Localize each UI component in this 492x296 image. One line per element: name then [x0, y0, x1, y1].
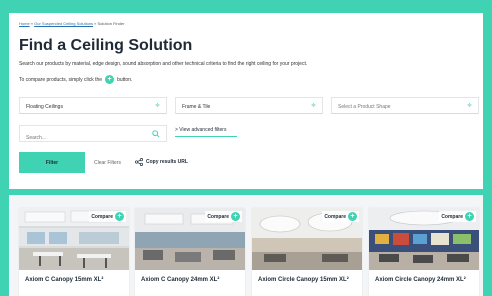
plus-icon: +	[465, 212, 474, 221]
product-name[interactable]: Axiom Circle Canopy 24mm XL²	[375, 277, 473, 284]
category-select-value: Floating Ceilings	[26, 104, 63, 110]
edge-select-value: Frame & Tile	[182, 104, 211, 110]
compare-hint-after: button.	[117, 76, 133, 83]
compare-label: Compare	[207, 213, 229, 220]
search-input[interactable]	[20, 130, 152, 146]
product-card[interactable]: Compare + Axiom C Canopy 15mm XL²	[19, 208, 129, 296]
copy-url-button[interactable]: Copy results URL	[135, 158, 188, 166]
breadcrumb-parent-link[interactable]: Our Suspended Ceiling Solutions	[34, 21, 93, 26]
plus-icon: +	[231, 212, 240, 221]
breadcrumb: Home » Our Suspended Ceiling Solutions »…	[19, 21, 124, 26]
advanced-filters-link[interactable]: > View advanced filters	[175, 127, 237, 137]
page-frame: Home » Our Suspended Ceiling Solutions »…	[9, 0, 483, 296]
shape-select-placeholder: Select a Product Shape	[338, 104, 391, 110]
product-card[interactable]: Compare + Axiom Circle Canopy 15mm XL²	[252, 208, 362, 296]
product-name[interactable]: Axiom Circle Canopy 15mm XL²	[258, 277, 356, 284]
compare-toggle[interactable]: Compare +	[322, 211, 359, 222]
chevron-icon: ≑	[310, 103, 316, 109]
search-panel: Home » Our Suspended Ceiling Solutions »…	[9, 13, 483, 189]
page-title: Find a Ceiling Solution	[19, 37, 193, 54]
compare-hint: To compare products, simply click the + …	[19, 75, 132, 84]
compare-toggle[interactable]: Compare +	[205, 211, 242, 222]
breadcrumb-current: Solution Finder	[97, 21, 125, 26]
share-icon	[135, 158, 143, 166]
plus-icon: +	[105, 75, 115, 84]
product-card[interactable]: Compare + Axiom Circle Canopy 24mm XL²	[369, 208, 479, 296]
product-card[interactable]: Compare + Axiom C Canopy 24mm XL²	[135, 208, 245, 296]
compare-hint-before: To compare products, simply click the	[19, 76, 103, 83]
intro-text: Search our products by material, edge de…	[19, 61, 308, 67]
edge-select[interactable]: Frame & Tile ≑	[175, 97, 323, 114]
compare-toggle[interactable]: Compare +	[89, 211, 126, 222]
shape-select[interactable]: Select a Product Shape ≑	[331, 97, 479, 114]
compare-label: Compare	[91, 213, 113, 220]
product-name[interactable]: Axiom C Canopy 15mm XL²	[25, 277, 123, 284]
copy-url-label: Copy results URL	[146, 159, 188, 165]
compare-label: Compare	[324, 213, 346, 220]
plus-icon: +	[115, 212, 124, 221]
breadcrumb-home-link[interactable]: Home	[19, 21, 30, 26]
category-select[interactable]: Floating Ceilings ≑	[19, 97, 167, 114]
search-icon[interactable]	[152, 130, 160, 138]
chevron-icon: ≑	[466, 103, 472, 109]
chevron-icon: ≑	[154, 103, 160, 109]
product-name[interactable]: Axiom C Canopy 24mm XL²	[141, 277, 239, 284]
compare-label: Compare	[441, 213, 463, 220]
filter-button[interactable]: Filter	[19, 152, 85, 173]
clear-filters-button[interactable]: Clear Filters	[94, 160, 121, 166]
plus-icon: +	[348, 212, 357, 221]
search-box	[19, 125, 167, 146]
compare-toggle[interactable]: Compare +	[439, 211, 476, 222]
